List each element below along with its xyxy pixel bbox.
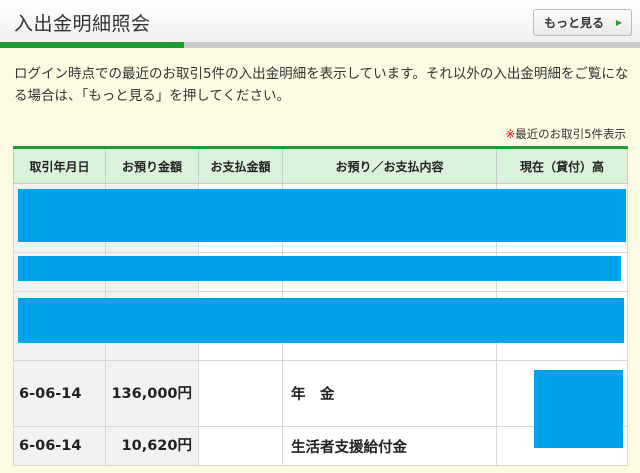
cell-description: 生活者支援給付金 bbox=[282, 426, 497, 466]
page-header: 入出金明細照会 もっと見る ▶ bbox=[0, 0, 640, 48]
note-text: 最近のお取引5件表示 bbox=[515, 127, 626, 141]
recent-transactions-note: ※最近のお取引5件表示 bbox=[506, 126, 626, 142]
triangle-right-icon: ▶ bbox=[615, 18, 622, 27]
column-header-date: 取引年月日 bbox=[13, 146, 106, 184]
redaction-block bbox=[534, 370, 623, 448]
description-text: ログイン時点での最近のお取引5件の入出金明細を表示しています。それ以外の入出金明… bbox=[14, 66, 629, 104]
table-header-row: 取引年月日 お預り金額 お支払金額 お預り／お支払内容 現在（貸付）高 bbox=[13, 146, 628, 184]
cell-payment bbox=[198, 426, 283, 466]
column-header-description: お預り／お支払内容 bbox=[282, 146, 497, 184]
cell-description: 年 金 bbox=[282, 360, 497, 427]
more-button-label: もっと見る bbox=[544, 16, 605, 30]
column-header-payment: お支払金額 bbox=[198, 146, 283, 184]
column-header-balance: 現在（貸付）高 bbox=[496, 146, 628, 184]
note-mark: ※ bbox=[505, 127, 516, 141]
redaction-block bbox=[18, 298, 624, 343]
redaction-block bbox=[18, 189, 626, 242]
column-header-deposit: お預り金額 bbox=[105, 146, 199, 184]
cell-payment bbox=[198, 360, 283, 427]
cell-deposit: 136,000円 bbox=[105, 360, 199, 427]
page-title: 入出金明細照会 bbox=[14, 13, 151, 35]
cell-deposit: 10,620円 bbox=[105, 426, 199, 466]
header-accent-bar bbox=[0, 42, 184, 48]
redaction-block bbox=[18, 256, 621, 281]
cell-date: 6-06-14 bbox=[13, 360, 106, 427]
header-divider-bar bbox=[184, 42, 640, 48]
cell-date: 6-06-14 bbox=[13, 426, 106, 466]
more-button[interactable]: もっと見る ▶ bbox=[533, 9, 632, 36]
